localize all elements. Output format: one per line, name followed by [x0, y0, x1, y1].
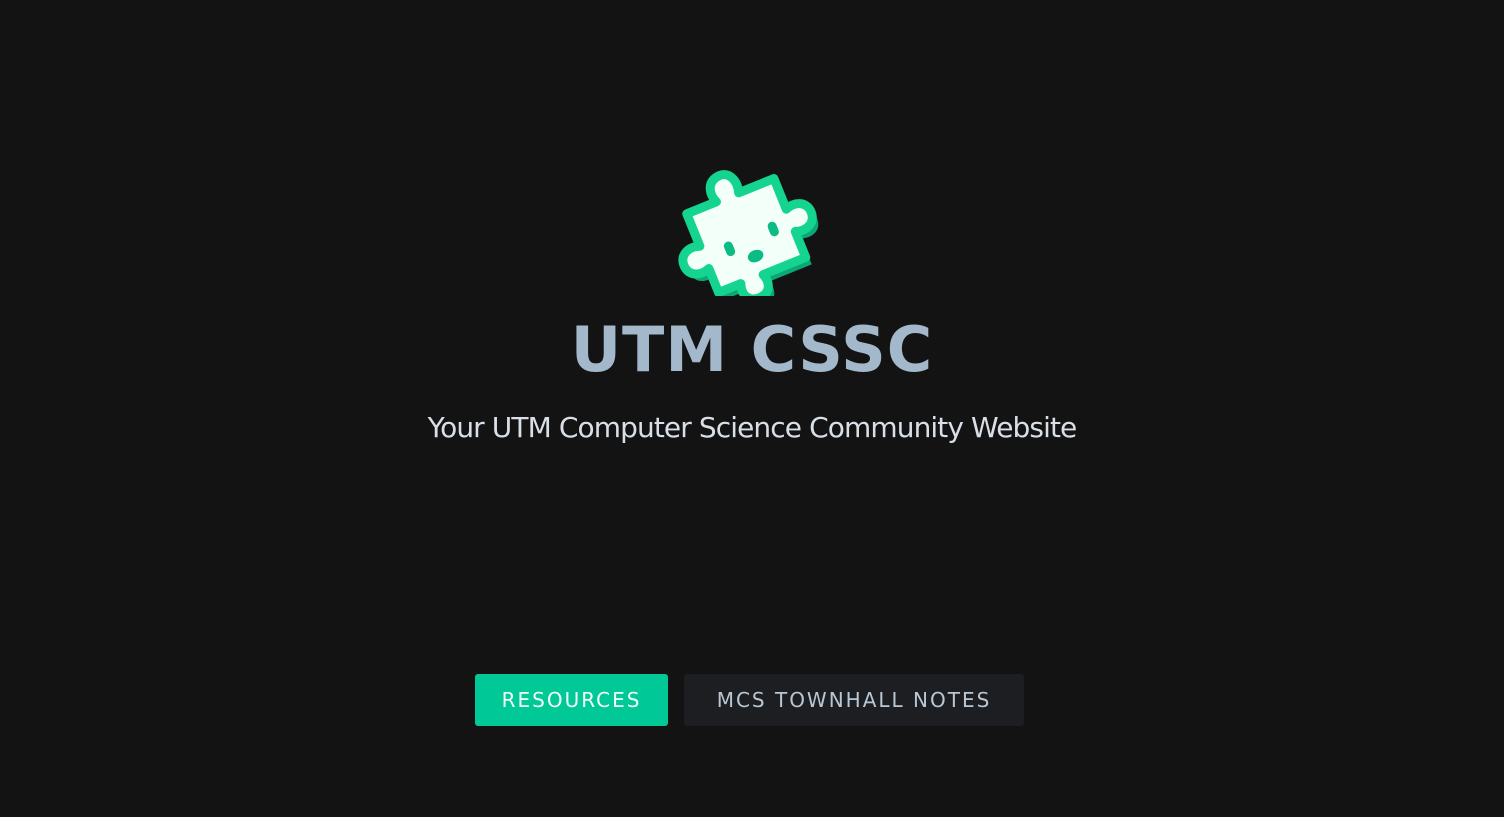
townhall-notes-button[interactable]: MCS Townhall Notes	[684, 674, 1024, 726]
site-title: UTM CSSC	[570, 313, 934, 386]
hero-section: UTM CSSC Your UTM Computer Science Commu…	[0, 0, 1504, 817]
hero-actions: Resources MCS Townhall Notes	[475, 674, 1024, 726]
puzzle-piece-icon	[656, 146, 842, 296]
resources-button[interactable]: Resources	[475, 674, 668, 726]
site-subtitle: Your UTM Computer Science Community Webs…	[427, 411, 1078, 444]
